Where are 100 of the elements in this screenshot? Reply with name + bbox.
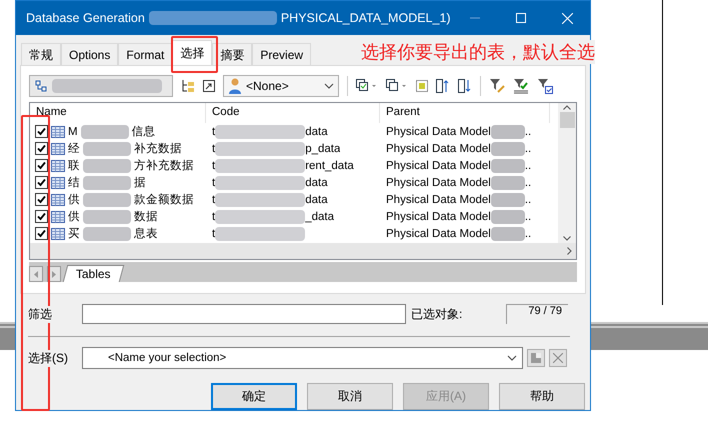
table-cell: data: [305, 194, 328, 206]
dialog-button[interactable]: 确定: [211, 383, 297, 410]
checkbox[interactable]: [35, 193, 48, 206]
table-cell-text: 数据: [134, 210, 158, 224]
filter-field[interactable]: [82, 304, 406, 324]
table-icon: [51, 194, 65, 206]
chevron-right-icon[interactable]: [567, 247, 572, 255]
table-icon: [51, 142, 65, 154]
table-cell: ..: [524, 228, 532, 240]
checkbox[interactable]: [35, 142, 48, 155]
checkbox[interactable]: [35, 210, 48, 223]
chevron-down-icon: [507, 355, 517, 361]
close-icon[interactable]: [562, 12, 572, 24]
filter-checkbox-icon[interactable]: [537, 78, 553, 94]
tab[interactable]: 选择: [172, 40, 212, 66]
table-cell: Physical Data Model: [386, 176, 491, 188]
sort-down-icon[interactable]: [458, 79, 472, 93]
table-cell-text: 联: [68, 158, 80, 173]
selected-count: 79 / 79: [506, 304, 568, 324]
cross-icon: [553, 353, 563, 363]
table-cell-text: 息表: [134, 226, 158, 241]
table-cell: ..: [524, 142, 532, 154]
table-cell: ..: [524, 126, 532, 138]
tab[interactable]: Format: [118, 43, 172, 66]
table-cell: 方补充数据: [134, 158, 194, 173]
sheet-tab[interactable]: Tables: [62, 265, 124, 282]
tab[interactable]: 常规: [21, 43, 61, 66]
selection-combo[interactable]: <Name your selection>: [82, 347, 523, 369]
highlight-frame: [171, 36, 218, 73]
sort-up-icon[interactable]: [436, 79, 450, 93]
tab[interactable]: Preview: [252, 43, 312, 66]
checkbox[interactable]: [35, 159, 48, 172]
column-header[interactable]: Code: [206, 103, 380, 123]
table-icon: [51, 228, 65, 240]
column-header[interactable]: Parent: [380, 103, 550, 123]
table-cell: t: [212, 210, 216, 222]
table-cell: ..: [524, 194, 532, 206]
blurred-area: [490, 226, 525, 240]
table-cell-text: 结: [68, 176, 80, 190]
blurred-area: [490, 158, 525, 172]
scrollbar-thumb[interactable]: [560, 112, 574, 128]
blurred-area: [490, 124, 525, 138]
table-cell-text: 款金额数据: [134, 192, 194, 207]
blurred-area: [490, 142, 525, 156]
window-title: PHYSICAL_DATA_MODEL_1): [280, 11, 451, 25]
table-cell: Physical Data Model: [386, 194, 491, 206]
table-cell: t: [212, 176, 216, 188]
blurred-area: [83, 158, 131, 172]
shortcut-icon[interactable]: [203, 80, 215, 92]
table-icon: [51, 210, 65, 222]
checkbox[interactable]: [35, 227, 48, 240]
table-cell: M: [68, 126, 78, 138]
square-icon: [531, 353, 541, 363]
checkbox[interactable]: [35, 125, 48, 138]
blurred-area: [490, 192, 525, 206]
table-cell: t: [212, 228, 216, 240]
chevron-up-icon[interactable]: [563, 105, 571, 110]
horizontal-scrollbar[interactable]: [30, 243, 576, 259]
blurred-area: [83, 210, 131, 224]
table-cell-text: 买: [68, 227, 80, 241]
blurred-area: [83, 176, 131, 190]
vertical-scrollbar[interactable]: [558, 103, 576, 243]
table-cell: rent_data: [305, 160, 354, 172]
triangle-right-icon: [52, 270, 56, 278]
dialog-button[interactable]: 帮助: [499, 383, 585, 410]
filter-check-icon[interactable]: [513, 78, 529, 94]
table-cell: Physical Data Model: [386, 160, 491, 172]
table-cell: ..: [524, 176, 532, 188]
table-cell: t: [212, 142, 216, 154]
column-header[interactable]: Name: [30, 103, 206, 123]
table-icon: [51, 126, 65, 138]
triangle-left-icon: [34, 270, 38, 278]
table-cell-text: 供: [68, 210, 80, 224]
checkbox[interactable]: [35, 176, 48, 189]
maximize-icon[interactable]: [516, 13, 526, 23]
table-cell: _data: [305, 210, 334, 222]
table-cell: p_data: [305, 142, 340, 154]
model-icon: [34, 79, 48, 93]
tab[interactable]: Options: [61, 43, 118, 66]
check-all-icon[interactable]: [356, 79, 378, 93]
dialog-button[interactable]: 取消: [307, 383, 393, 410]
folder-tree-icon[interactable]: [181, 79, 195, 93]
uncheck-all-icon[interactable]: [386, 79, 408, 93]
select-icon[interactable]: [416, 80, 428, 92]
owner-dropdown[interactable]: <None>: [223, 75, 339, 97]
table-cell: t: [212, 194, 216, 206]
table-icon: [51, 176, 65, 188]
blurred-area: [83, 192, 131, 206]
delete-selection-button[interactable]: [549, 349, 567, 367]
table-cell-text: 据: [134, 176, 146, 190]
blurred-area: [83, 226, 131, 240]
table-cell-text: 供: [68, 192, 80, 207]
table-cell: Physical Data Model: [386, 142, 491, 154]
tab[interactable]: 摘要: [212, 43, 252, 66]
chevron-down-icon[interactable]: [563, 236, 571, 241]
user-icon: [228, 78, 242, 94]
filter-edit-icon[interactable]: [489, 78, 505, 94]
table-cell: ..: [524, 210, 532, 222]
table-cell: t: [212, 126, 216, 138]
blurred-area: [490, 210, 525, 224]
